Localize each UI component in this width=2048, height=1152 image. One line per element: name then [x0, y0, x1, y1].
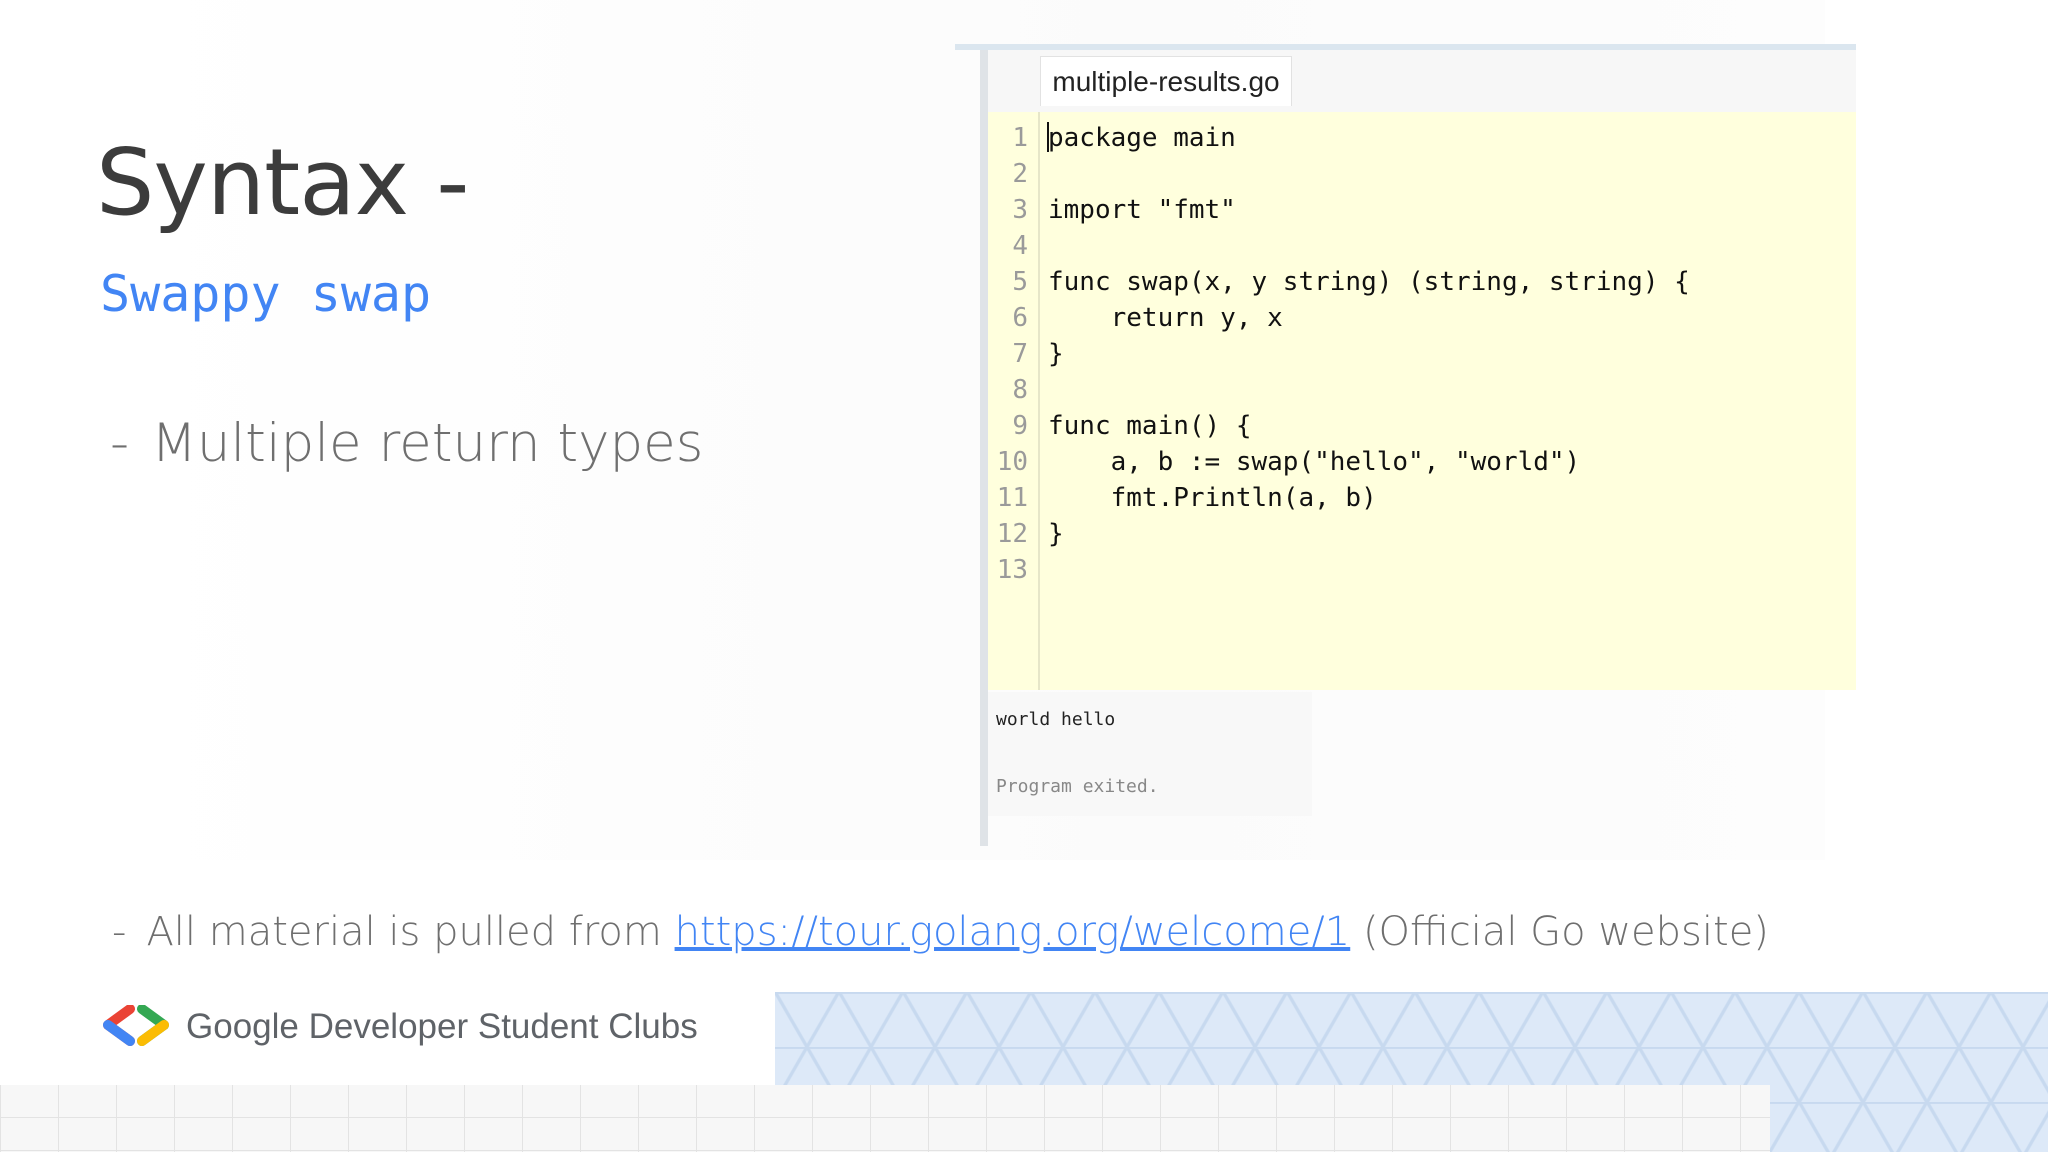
code-line[interactable]: import "fmt" — [1048, 192, 1236, 228]
program-output: world hello — [996, 709, 1116, 730]
line-number: 12 — [996, 519, 1028, 549]
bullet-dash: - — [110, 413, 130, 474]
source-note-dash: - — [112, 909, 127, 955]
line-number: 4 — [1012, 231, 1028, 261]
slide-title: Syntax - — [96, 129, 469, 236]
source-note-prefix: All material is pulled from — [146, 909, 662, 955]
editor-left-border — [980, 50, 988, 846]
slide-subtitle: Swappy swap — [100, 265, 432, 323]
code-line[interactable]: } — [1048, 516, 1064, 552]
source-link[interactable]: https://tour.golang.org/welcome/1 — [675, 909, 1351, 955]
gdsc-logo: Google Developer Student Clubs — [100, 1002, 698, 1052]
line-number: 6 — [1012, 303, 1028, 333]
line-number: 8 — [1012, 375, 1028, 405]
line-number: 7 — [1012, 339, 1028, 369]
text-cursor — [1047, 122, 1049, 152]
code-line[interactable]: } — [1048, 336, 1064, 372]
code-line[interactable]: return y, x — [1048, 300, 1283, 336]
code-line[interactable]: func swap(x, y string) (string, string) … — [1048, 264, 1690, 300]
line-number: 2 — [1012, 159, 1028, 189]
program-status: Program exited. — [996, 776, 1159, 797]
line-number: 10 — [996, 447, 1028, 477]
code-line[interactable]: package main — [1048, 120, 1236, 156]
line-number: 3 — [1012, 195, 1028, 225]
source-note: - All material is pulled from https://tou… — [112, 904, 1769, 960]
decorative-grid — [0, 1085, 1770, 1152]
code-line[interactable]: func main() { — [1048, 408, 1252, 444]
bullet-multiple-return-types: - Multiple return types — [110, 412, 703, 476]
line-number: 5 — [1012, 267, 1028, 297]
file-tab[interactable]: multiple-results.go — [1040, 56, 1292, 106]
gdsc-brackets-icon — [103, 1005, 169, 1046]
line-number: 1 — [1012, 123, 1028, 153]
gdsc-brand-text: Google Developer Student Clubs — [186, 1007, 698, 1046]
bullet-text: Multiple return types — [151, 413, 704, 474]
line-number: 11 — [996, 483, 1028, 513]
line-number: 13 — [996, 555, 1028, 585]
source-note-suffix: (Official Go website) — [1362, 909, 1769, 955]
code-line[interactable]: fmt.Println(a, b) — [1048, 480, 1377, 516]
line-number: 9 — [1012, 411, 1028, 441]
code-line[interactable]: a, b := swap("hello", "world") — [1048, 444, 1581, 480]
